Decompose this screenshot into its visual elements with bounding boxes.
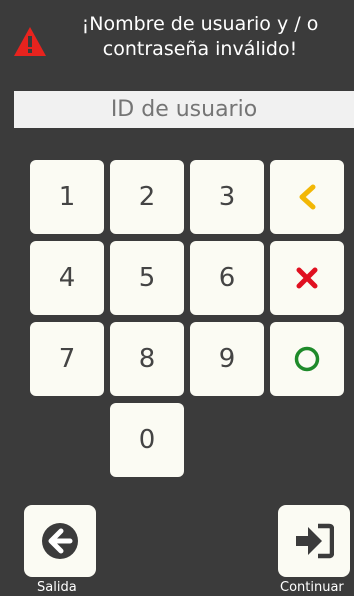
key-7[interactable]: 7 xyxy=(30,322,104,396)
error-alert: ¡Nombre de usuario y / o contraseña invá… xyxy=(0,0,354,80)
continue-label: Continuar xyxy=(280,580,344,595)
key-2-label: 2 xyxy=(138,182,156,212)
key-9[interactable]: 9 xyxy=(190,322,264,396)
key-3-label: 3 xyxy=(218,182,236,212)
backspace-button[interactable] xyxy=(270,160,344,234)
key-1-label: 1 xyxy=(58,182,76,212)
exit-button[interactable] xyxy=(24,505,96,577)
arrow-left-circle-icon xyxy=(42,523,78,559)
key-5[interactable]: 5 xyxy=(110,241,184,315)
key-0[interactable]: 0 xyxy=(110,403,184,477)
key-7-label: 7 xyxy=(58,344,76,374)
key-8-label: 8 xyxy=(138,344,156,374)
key-1[interactable]: 1 xyxy=(30,160,104,234)
user-id-input[interactable] xyxy=(14,91,354,128)
key-0-label: 0 xyxy=(138,425,156,455)
key-4-label: 4 xyxy=(58,263,76,293)
key-9-label: 9 xyxy=(218,344,236,374)
chevron-left-icon xyxy=(299,184,316,210)
key-2[interactable]: 2 xyxy=(110,160,184,234)
key-6[interactable]: 6 xyxy=(190,241,264,315)
exit-label: Salida xyxy=(37,580,77,595)
key-3[interactable]: 3 xyxy=(190,160,264,234)
key-4[interactable]: 4 xyxy=(30,241,104,315)
key-8[interactable]: 8 xyxy=(110,322,184,396)
error-message: ¡Nombre de usuario y / o contraseña invá… xyxy=(52,12,348,62)
clear-button[interactable] xyxy=(270,241,344,315)
ok-button[interactable] xyxy=(270,322,344,396)
error-message-line-2: contraseña inválido! xyxy=(102,38,298,60)
error-message-line-1: ¡Nombre de usuario y / o xyxy=(81,13,319,35)
x-icon xyxy=(296,267,318,289)
key-6-label: 6 xyxy=(218,263,236,293)
continue-button[interactable] xyxy=(278,505,350,577)
key-5-label: 5 xyxy=(138,263,156,293)
circle-icon xyxy=(294,346,320,372)
sign-in-icon xyxy=(296,523,334,559)
warning-triangle-icon xyxy=(14,27,46,56)
